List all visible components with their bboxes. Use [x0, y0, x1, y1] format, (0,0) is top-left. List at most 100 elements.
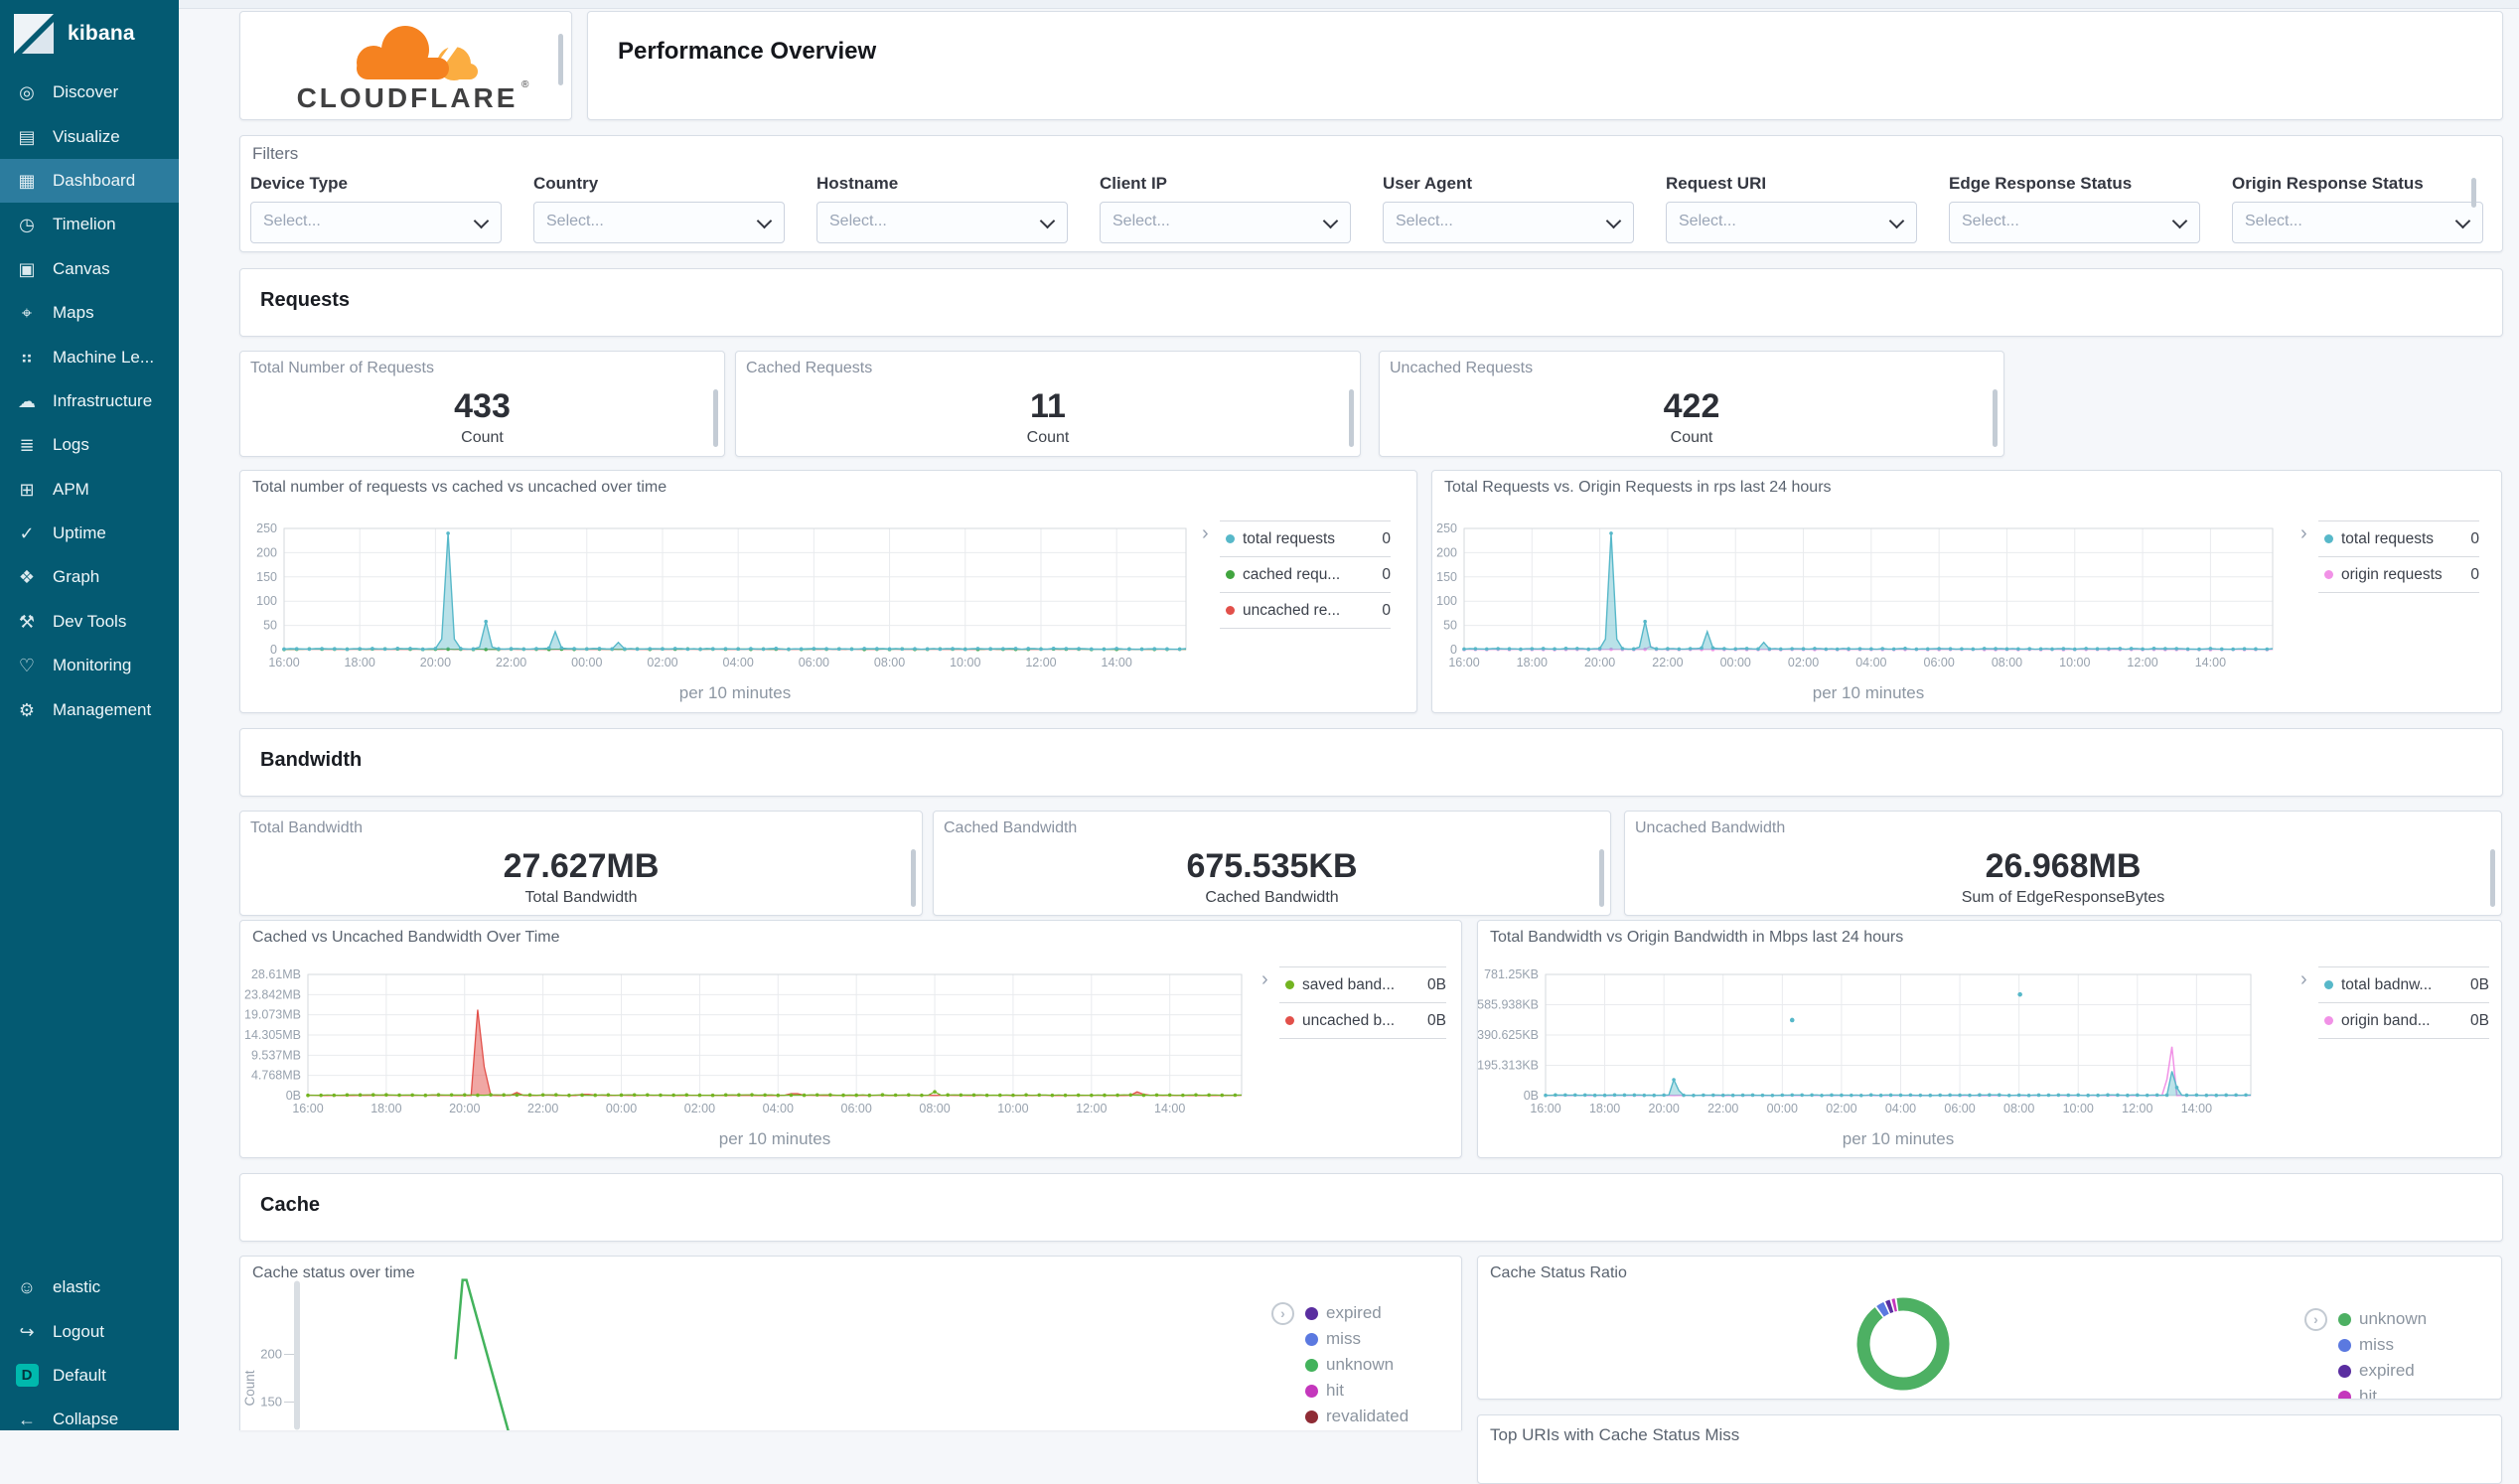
- legend-item[interactable]: hit: [1305, 1378, 1408, 1404]
- panel-rps-chart: Total Requests vs. Origin Requests in rp…: [1431, 470, 2502, 713]
- svg-text:12:00: 12:00: [1025, 656, 1056, 669]
- sidebar-item-logout[interactable]: ↪ Logout: [0, 1309, 179, 1353]
- legend-expand-icon[interactable]: ›: [1271, 1302, 1294, 1325]
- filter-origin-response-status: Origin Response Status Select...: [2232, 174, 2483, 243]
- metric-unit: Total Bandwidth: [524, 889, 638, 906]
- legend-item[interactable]: saved band... 0B: [1279, 966, 1446, 1002]
- legend-expand-icon[interactable]: ›: [1202, 522, 1209, 545]
- cache-ratio-legend: › unknown miss expired hit: [2304, 1306, 2427, 1399]
- x-axis-label: per 10 minutes: [1812, 683, 1925, 702]
- user-agent-select[interactable]: Select...: [1383, 202, 1634, 243]
- chart-title: Top URIs with Cache Status Miss: [1490, 1425, 1740, 1444]
- sidebar-item-visualize[interactable]: ▤ Visualize: [0, 114, 179, 158]
- sidebar-item-infrastructure[interactable]: ☁ Infrastructure: [0, 379, 179, 423]
- legend-expand-icon[interactable]: ›: [2300, 968, 2307, 991]
- svg-text:02:00: 02:00: [684, 1102, 715, 1115]
- panel-requests-header: Requests: [239, 268, 2503, 337]
- origin-response-status-select[interactable]: Select...: [2232, 202, 2483, 243]
- svg-text:23.842MB: 23.842MB: [244, 987, 301, 1001]
- svg-text:100: 100: [256, 594, 277, 608]
- sidebar-item-timelion[interactable]: ◷ Timelion: [0, 203, 179, 246]
- metric-unit: Cached Bandwidth: [1205, 889, 1339, 906]
- legend-item[interactable]: miss: [2338, 1332, 2427, 1358]
- svg-text:02:00: 02:00: [647, 656, 677, 669]
- edge-response-status-select[interactable]: Select...: [1949, 202, 2200, 243]
- panel-scrollbar[interactable]: [911, 849, 916, 907]
- svg-text:20:00: 20:00: [449, 1102, 480, 1115]
- legend-item[interactable]: origin band... 0B: [2318, 1002, 2489, 1038]
- sidebar-item-management[interactable]: ⚙ Management: [0, 687, 179, 731]
- cache-section-title: Cache: [260, 1194, 321, 1216]
- legend-item[interactable]: expired: [2338, 1358, 2427, 1384]
- kibana-logo[interactable]: kibana: [14, 14, 135, 54]
- svg-text:250: 250: [1436, 521, 1457, 535]
- metric-unit: Count: [1670, 429, 1713, 446]
- legend-item[interactable]: unknown: [1305, 1352, 1408, 1378]
- svg-text:14:00: 14:00: [2195, 656, 2226, 669]
- metric-uncached-bandwidth: Uncached Bandwidth 26.968MB Sum of EdgeR…: [1624, 811, 2502, 916]
- sidebar-item-dashboard[interactable]: ▦ Dashboard: [0, 158, 179, 204]
- sidebar-item-apm[interactable]: ⊞ APM: [0, 468, 179, 512]
- sidebar-item-canvas[interactable]: ▣ Canvas: [0, 247, 179, 291]
- legend-item[interactable]: expired: [1305, 1300, 1408, 1326]
- panel-scrollbar[interactable]: [2471, 178, 2476, 208]
- panel-scrollbar[interactable]: [2490, 849, 2495, 907]
- legend-item[interactable]: total badnw... 0B: [2318, 966, 2489, 1002]
- sidebar-item-machine-learning[interactable]: ⠶ Machine Le...: [0, 335, 179, 378]
- panel-scrollbar[interactable]: [1993, 389, 1998, 447]
- svg-text:12:00: 12:00: [2127, 656, 2157, 669]
- panel-scrollbar[interactable]: [1599, 849, 1604, 907]
- metric-unit: Count: [1026, 429, 1070, 446]
- panel-top-uris-cache-miss: Top URIs with Cache Status Miss: [1477, 1414, 2502, 1484]
- sidebar-item-default-space[interactable]: D Default: [0, 1354, 179, 1398]
- legend-expand-icon[interactable]: ›: [2300, 522, 2307, 545]
- panel-dashboard-title: Performance Overview: [587, 11, 2503, 120]
- svg-text:195.313KB: 195.313KB: [1478, 1059, 1539, 1073]
- legend-item[interactable]: cached requ... 0: [1220, 556, 1391, 592]
- legend-item[interactable]: uncached re... 0: [1220, 592, 1391, 628]
- sidebar-item-uptime[interactable]: ✓ Uptime: [0, 512, 179, 555]
- panel-scrollbar[interactable]: [558, 34, 563, 85]
- legend-item[interactable]: unknown: [2338, 1306, 2427, 1332]
- legend-item[interactable]: miss: [1305, 1326, 1408, 1352]
- dashboard-icon: ▦: [18, 170, 36, 191]
- request-uri-select[interactable]: Select...: [1666, 202, 1917, 243]
- svg-text:10:00: 10:00: [997, 1102, 1028, 1115]
- panel-scrollbar[interactable]: [1349, 389, 1354, 447]
- metric-cached-requests: Cached Requests 11 Count: [735, 351, 1361, 457]
- legend-expand-icon[interactable]: ›: [1261, 968, 1268, 991]
- x-axis-label: per 10 minutes: [1842, 1129, 1955, 1148]
- panel-scrollbar[interactable]: [713, 389, 718, 447]
- panel-bandwidth-header: Bandwidth: [239, 728, 2503, 797]
- svg-text:04:00: 04:00: [763, 1102, 794, 1115]
- sidebar-item-monitoring[interactable]: ♡ Monitoring: [0, 644, 179, 687]
- sidebar-item-logs[interactable]: ≣ Logs: [0, 423, 179, 467]
- metric-unit: Count: [461, 429, 504, 446]
- legend-item[interactable]: total requests 0: [2318, 520, 2479, 556]
- legend-item[interactable]: revalidated: [1305, 1404, 1408, 1429]
- sidebar-item-graph[interactable]: ❖ Graph: [0, 555, 179, 599]
- legend-item[interactable]: origin requests 0: [2318, 556, 2479, 592]
- svg-text:22:00: 22:00: [527, 1102, 558, 1115]
- legend-expand-icon[interactable]: ›: [2304, 1308, 2327, 1331]
- chevron-down-icon: [1605, 213, 1622, 229]
- metric-value: 27.627MB: [503, 847, 660, 885]
- device-type-select[interactable]: Select...: [250, 202, 502, 243]
- sidebar-item-collapse[interactable]: ← Collapse: [0, 1398, 179, 1441]
- client-ip-select[interactable]: Select...: [1100, 202, 1351, 243]
- svg-text:18:00: 18:00: [370, 1102, 401, 1115]
- hostname-select[interactable]: Select...: [816, 202, 1068, 243]
- svg-text:50: 50: [263, 619, 277, 633]
- legend-item[interactable]: hit: [2338, 1384, 2427, 1399]
- svg-text:18:00: 18:00: [1517, 656, 1548, 669]
- legend-item[interactable]: uncached b... 0B: [1279, 1002, 1446, 1038]
- sidebar-item-discover[interactable]: ◎ Discover: [0, 71, 179, 114]
- sidebar-item-elastic-user[interactable]: ☺ elastic: [0, 1265, 179, 1309]
- metric-uncached-requests: Uncached Requests 422 Count: [1379, 351, 2004, 457]
- legend-item[interactable]: total requests 0: [1220, 520, 1391, 556]
- svg-text:14:00: 14:00: [1102, 656, 1132, 669]
- country-select[interactable]: Select...: [533, 202, 785, 243]
- chart-legend: › saved band... 0B uncached b... 0B: [1261, 966, 1446, 1039]
- sidebar-item-maps[interactable]: ⌖ Maps: [0, 291, 179, 335]
- sidebar-item-dev-tools[interactable]: ⚒ Dev Tools: [0, 600, 179, 644]
